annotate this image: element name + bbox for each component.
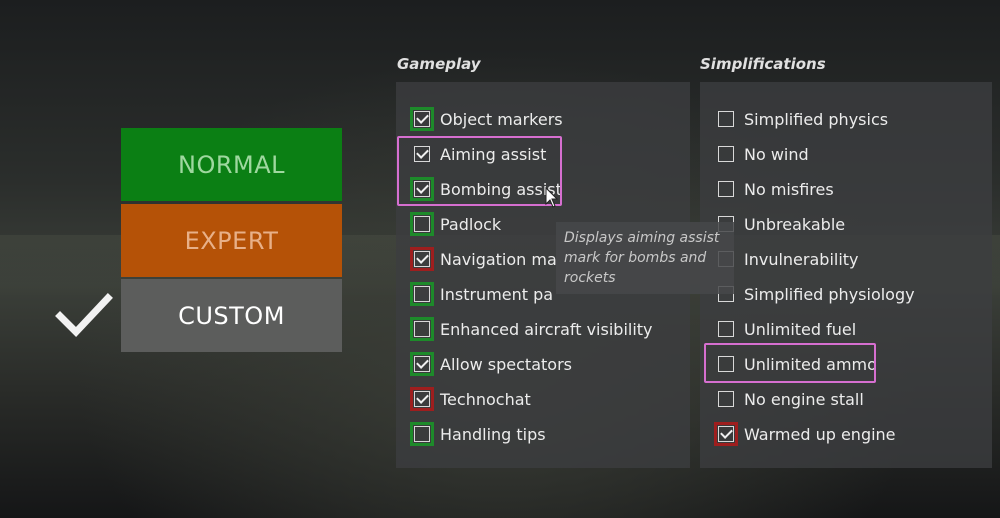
checkbox-checked[interactable]: [410, 387, 434, 411]
option-label: No misfires: [744, 179, 834, 199]
option-label: Allow spectators: [440, 354, 572, 374]
difficulty-custom-button[interactable]: CUSTOM: [121, 279, 342, 352]
difficulty-normal-button[interactable]: NORMAL: [121, 128, 342, 201]
highlight-unlimited-ammo: [704, 343, 876, 383]
checkbox-unchecked[interactable]: [718, 146, 734, 162]
option-label: Simplified physics: [744, 109, 889, 129]
option-unbreakable[interactable]: Unbreakable: [718, 212, 845, 236]
option-label: Unlimited fuel: [744, 319, 857, 339]
option-label: Object markers: [440, 109, 563, 129]
option-navigation-markers[interactable]: Navigation ma: [410, 247, 557, 271]
tooltip-line: rockets: [564, 270, 616, 286]
option-label: Warmed up engine: [744, 424, 896, 444]
simplifications-title: Simplifications: [700, 55, 826, 73]
checkbox-unchecked[interactable]: [718, 321, 734, 337]
option-simplified-physiology[interactable]: Simplified physiology: [718, 282, 915, 306]
option-label: Unbreakable: [744, 214, 846, 234]
option-no-wind[interactable]: No wind: [718, 142, 809, 166]
checkbox-unchecked[interactable]: [410, 317, 434, 341]
checkbox-unchecked[interactable]: [410, 212, 434, 236]
option-label: Padlock: [440, 214, 502, 234]
highlight-aiming-bombing-assist: [397, 136, 562, 206]
checkbox-unchecked[interactable]: [410, 422, 434, 446]
option-no-misfires[interactable]: No misfires: [718, 177, 834, 201]
checkbox-unchecked[interactable]: [718, 111, 734, 127]
checkbox-unchecked[interactable]: [718, 391, 734, 407]
option-unlimited-fuel[interactable]: Unlimited fuel: [718, 317, 856, 341]
option-allow-spectators[interactable]: Allow spectators: [410, 352, 572, 376]
option-padlock[interactable]: Padlock: [410, 212, 502, 236]
option-simplified-physics[interactable]: Simplified physics: [718, 107, 888, 131]
option-label: Technochat: [440, 389, 531, 409]
tooltip: Displays aiming assist mark for bombs an…: [556, 222, 734, 294]
checkmark-icon: [55, 293, 113, 338]
option-label: No engine stall: [744, 389, 864, 409]
option-label: No wind: [744, 144, 809, 164]
option-label: Instrument pa: [440, 284, 554, 304]
checkbox-checked[interactable]: [410, 352, 434, 376]
option-handling-tips[interactable]: Handling tips: [410, 422, 546, 446]
option-invulnerability[interactable]: Invulnerability: [718, 247, 859, 271]
option-object-markers[interactable]: Object markers: [410, 107, 563, 131]
difficulty-expert-button[interactable]: EXPERT: [121, 204, 342, 277]
option-enhanced-aircraft-visibility[interactable]: Enhanced aircraft visibility: [410, 317, 653, 341]
option-instrument-panel[interactable]: Instrument pa: [410, 282, 554, 306]
checkbox-checked[interactable]: [714, 422, 738, 446]
option-label: Invulnerability: [744, 249, 859, 269]
mouse-cursor-icon: [545, 187, 559, 208]
option-warmed-up-engine[interactable]: Warmed up engine: [714, 422, 896, 446]
checkbox-checked[interactable]: [410, 107, 434, 131]
option-label: Simplified physiology: [744, 284, 915, 304]
option-label: Enhanced aircraft visibility: [440, 319, 653, 339]
tooltip-line: Displays aiming assist: [564, 230, 720, 246]
checkbox-unchecked[interactable]: [410, 282, 434, 306]
option-no-engine-stall[interactable]: No engine stall: [718, 387, 864, 411]
tooltip-line: mark for bombs and: [564, 250, 707, 266]
option-technochat[interactable]: Technochat: [410, 387, 531, 411]
checkbox-unchecked[interactable]: [718, 181, 734, 197]
gameplay-title: Gameplay: [397, 55, 481, 73]
checkbox-checked[interactable]: [410, 247, 434, 271]
option-label: Navigation ma: [440, 249, 557, 269]
option-label: Handling tips: [440, 424, 546, 444]
